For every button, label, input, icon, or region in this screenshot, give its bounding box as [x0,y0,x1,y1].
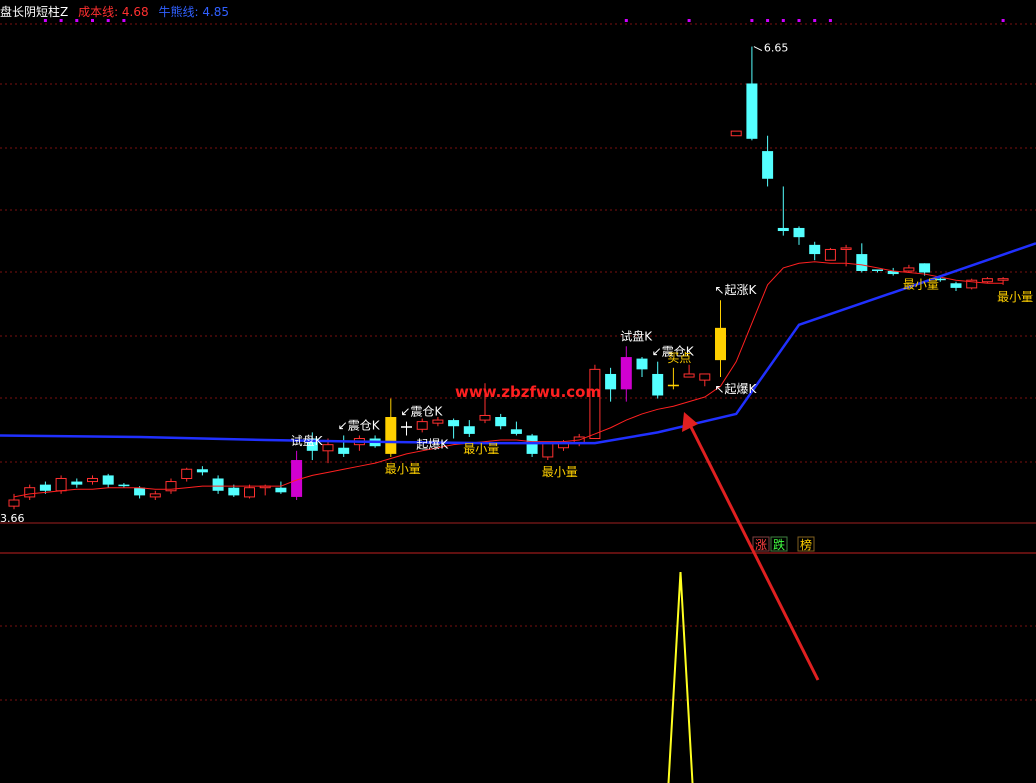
high-pointer [753,46,763,52]
candle-body [401,426,412,428]
annotation-label: ↙震仓K [401,405,444,419]
candle-body [181,468,193,479]
marker-dot [813,19,817,22]
high-price-label: 6.65 [764,42,789,55]
candle-body [746,83,758,139]
marker-dot [766,19,770,22]
candle-body [605,373,617,390]
candle-body [903,267,915,272]
candle-body [620,357,632,390]
candle-body [338,447,350,454]
candle-body [495,417,507,427]
marker-dot [1001,19,1005,22]
candle-body [589,368,601,440]
marker-dot [91,19,94,22]
candle-body [463,426,475,434]
candle-body [102,475,114,485]
sub-tag: 跌 [773,537,785,552]
marker-dot [106,19,110,22]
annotation-label: 试盘K [620,328,653,343]
candle-body [149,493,161,498]
candle-body [39,484,51,491]
annotation-label: 试盘K [291,433,324,448]
sub-tag: 榜 [800,537,812,552]
cost-line [13,261,1004,498]
candle-body [715,327,726,361]
candle-body [872,269,883,271]
overlay: www.zbzfwu.com [455,383,820,681]
candle-body [793,227,805,238]
annotation-label: 最小量 [385,462,421,476]
grid-lines [0,23,1036,701]
annotation-label: 最小量 [463,442,499,456]
candle-body [212,478,224,491]
marker-dot [75,19,79,22]
candle-body [510,429,522,434]
candle-body [87,477,98,483]
candle-body [526,435,538,454]
candlestick-chart[interactable]: 6.653.66试盘K↙震仓K↙震仓K最小量起爆K 最小量最小量试盘K↙震仓K买点… [0,0,1036,783]
annotation-label: 起爆K [416,437,449,451]
candle-body [244,487,255,498]
candle-body [652,373,664,396]
marker-dot [828,19,832,22]
candle-body [699,373,711,381]
marker-dot [781,19,785,22]
sub-panel: 涨跌榜 [667,536,815,783]
annotations: 6.653.66试盘K↙震仓K↙震仓K最小量起爆K 最小量最小量试盘K↙震仓K买点… [0,42,1033,525]
candle-body [479,414,491,421]
candle-body [385,417,397,454]
candle-body [118,484,130,487]
candle-body [919,263,931,273]
arrow-head [682,412,698,432]
candle-body [840,247,852,250]
annotation-label: 最小量 [542,465,578,479]
candle-body [228,487,240,496]
annotation-label: 买点 [667,351,691,365]
marker-dot [797,19,801,22]
candle-body [542,442,554,458]
candle-body [322,444,334,452]
annotation-label: 最小量 [997,290,1033,304]
marker-dot [687,19,691,22]
candle-body [981,278,993,283]
purple-markers [43,19,1005,22]
annotation-label: ↖起爆K [715,382,758,396]
marker-dot [624,19,628,22]
candle-body [856,254,868,271]
candle-body [730,130,742,137]
candle-body [432,419,444,424]
candle-body [824,248,836,261]
marker-dot [122,19,126,22]
indicator-lines [0,242,1036,498]
watermark: www.zbzfwu.com [455,383,601,401]
volume-spike [667,571,694,783]
candle-body [762,151,774,179]
annotation-label: ↙震仓K [338,418,381,432]
candle-body [667,384,679,387]
candle-body [997,278,1009,281]
candle-body [196,469,208,473]
marker-dot [750,19,754,22]
low-price-label: 3.66 [0,512,25,525]
candle-body [24,487,36,498]
candle-body [416,421,428,430]
candle-body [636,358,648,370]
candle-body [777,227,789,232]
candle-body [950,283,962,288]
annotation-label: 最小量 [903,278,939,292]
annotation-label: ↖起涨K [715,282,758,297]
marker-dot [59,19,63,22]
candle-body [809,244,821,255]
candle-body [275,487,287,493]
candle-body [683,373,695,378]
candle-body [448,420,460,427]
candle-body [134,487,146,496]
candle-body [71,481,83,485]
bull-line [0,242,1036,445]
sub-tag: 涨 [755,537,767,552]
candle-body [55,477,67,492]
candle-body [8,499,20,507]
marker-dot [43,19,47,22]
